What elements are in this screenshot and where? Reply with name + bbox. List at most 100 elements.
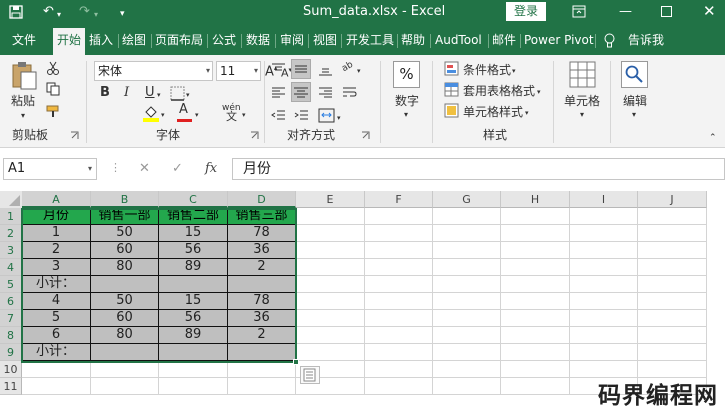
cell-g1[interactable] xyxy=(433,208,501,225)
cell-j5[interactable] xyxy=(638,276,707,293)
fill-color-icon[interactable] xyxy=(143,105,159,122)
format-painter-icon[interactable] xyxy=(46,104,62,118)
quick-analysis-button[interactable] xyxy=(300,366,320,384)
copy-icon[interactable] xyxy=(46,82,60,96)
insert-function-icon[interactable]: fx xyxy=(205,161,217,176)
fill-color-dropdown-icon[interactable]: ▾ xyxy=(161,108,165,122)
wrap-text-icon[interactable] xyxy=(342,85,357,100)
cell-f3[interactable] xyxy=(365,242,433,259)
cell-f8[interactable] xyxy=(365,327,433,344)
tab-home[interactable]: 开始 xyxy=(53,28,86,55)
row-header-7[interactable]: 7 xyxy=(0,310,22,327)
cell-e9[interactable] xyxy=(296,344,365,361)
tab-insert[interactable]: 插入 xyxy=(89,32,113,48)
borders-dropdown-icon[interactable]: ▾ xyxy=(186,88,190,102)
tab-view[interactable]: 视图 xyxy=(313,32,337,48)
column-header-d[interactable]: D xyxy=(228,191,296,208)
tab-review[interactable]: 审阅 xyxy=(280,32,304,48)
column-header-j[interactable]: J xyxy=(638,191,707,208)
close-icon[interactable]: ✕ xyxy=(703,2,716,20)
decrease-indent-icon[interactable] xyxy=(271,108,286,123)
cell-j4[interactable] xyxy=(638,259,707,276)
cell-f4[interactable] xyxy=(365,259,433,276)
cell-g9[interactable] xyxy=(433,344,501,361)
conditional-format-icon[interactable] xyxy=(444,61,459,76)
cell-h9[interactable] xyxy=(501,344,570,361)
tab-developer[interactable]: 开发工具 xyxy=(346,32,394,48)
cell-e6[interactable] xyxy=(296,293,365,310)
cell-j2[interactable] xyxy=(638,225,707,242)
column-header-h[interactable]: H xyxy=(501,191,570,208)
row-header-1[interactable]: 1 xyxy=(0,208,22,225)
cell-f1[interactable] xyxy=(365,208,433,225)
column-header-g[interactable]: G xyxy=(433,191,501,208)
font-size-select[interactable]: 11 ▾ xyxy=(216,61,261,81)
cell-f5[interactable] xyxy=(365,276,433,293)
cell-b11[interactable] xyxy=(91,378,159,395)
minimize-icon[interactable]: — xyxy=(619,3,632,21)
cell-styles-button[interactable]: 单元格样式 xyxy=(463,105,523,119)
bold-button[interactable]: B xyxy=(100,86,110,100)
editing-dropdown-icon[interactable]: ▾ xyxy=(632,108,636,122)
clipboard-launcher-icon[interactable] xyxy=(70,131,79,140)
cell-h7[interactable] xyxy=(501,310,570,327)
cell-h11[interactable] xyxy=(501,378,570,395)
format-as-table-button[interactable]: 套用表格格式 xyxy=(463,84,535,98)
redo-icon[interactable]: ↷ xyxy=(79,3,90,21)
login-button[interactable]: 登录 xyxy=(506,2,546,21)
cell-h5[interactable] xyxy=(501,276,570,293)
cell-j3[interactable] xyxy=(638,242,707,259)
cell-g5[interactable] xyxy=(433,276,501,293)
cell-e3[interactable] xyxy=(296,242,365,259)
paste-icon[interactable] xyxy=(10,61,38,91)
alignment-launcher-icon[interactable] xyxy=(361,131,370,140)
column-header-e[interactable]: E xyxy=(296,191,365,208)
tab-draw[interactable]: 绘图 xyxy=(122,32,146,48)
tab-help[interactable]: 帮助 xyxy=(401,32,425,48)
cell-styles-icon[interactable] xyxy=(444,103,459,118)
cancel-entry-icon[interactable]: ✕ xyxy=(139,161,150,176)
cell-j9[interactable] xyxy=(638,344,707,361)
undo-icon[interactable]: ↶ xyxy=(43,3,54,21)
cells-dropdown-icon[interactable]: ▾ xyxy=(580,108,584,122)
cells-label[interactable]: 单元格 xyxy=(564,94,600,108)
redo-dropdown-icon[interactable]: ▾ xyxy=(94,6,98,24)
ribbon-display-icon[interactable] xyxy=(572,5,586,18)
cell-d11[interactable] xyxy=(228,378,296,395)
cell-g4[interactable] xyxy=(433,259,501,276)
cell-h2[interactable] xyxy=(501,225,570,242)
align-right-icon[interactable] xyxy=(318,85,333,100)
cell-f10[interactable] xyxy=(365,361,433,378)
collapse-ribbon-icon[interactable]: ⌃ xyxy=(709,131,717,145)
cell-h10[interactable] xyxy=(501,361,570,378)
cell-h3[interactable] xyxy=(501,242,570,259)
editing-button[interactable] xyxy=(621,61,648,88)
cell-g10[interactable] xyxy=(433,361,501,378)
cell-g3[interactable] xyxy=(433,242,501,259)
cells-icon[interactable] xyxy=(569,61,596,88)
column-header-i[interactable]: I xyxy=(570,191,638,208)
cell-e7[interactable] xyxy=(296,310,365,327)
cell-f9[interactable] xyxy=(365,344,433,361)
underline-dropdown-icon[interactable]: ▾ xyxy=(157,88,161,102)
save-icon[interactable] xyxy=(9,5,23,19)
merge-dropdown-icon[interactable]: ▾ xyxy=(337,111,341,125)
row-header-11[interactable]: 11 xyxy=(0,378,22,395)
formula-input[interactable]: 月份 xyxy=(232,158,725,180)
row-header-6[interactable]: 6 xyxy=(0,293,22,310)
align-bottom-icon[interactable] xyxy=(318,62,333,77)
paste-dropdown-icon[interactable]: ▾ xyxy=(21,109,25,123)
cell-g6[interactable] xyxy=(433,293,501,310)
row-header-2[interactable]: 2 xyxy=(0,225,22,242)
tab-file[interactable]: 文件 xyxy=(12,32,36,48)
orientation-dropdown-icon[interactable]: ▾ xyxy=(357,64,361,78)
cell-j8[interactable] xyxy=(638,327,707,344)
underline-button[interactable]: U xyxy=(145,86,155,100)
cell-i7[interactable] xyxy=(570,310,638,327)
number-dropdown-icon[interactable]: ▾ xyxy=(404,108,408,122)
cell-e5[interactable] xyxy=(296,276,365,293)
font-name-select[interactable]: 宋体 ▾ xyxy=(94,61,213,81)
cut-icon[interactable] xyxy=(46,61,60,75)
column-header-b[interactable]: B xyxy=(91,191,159,208)
cell-f7[interactable] xyxy=(365,310,433,327)
